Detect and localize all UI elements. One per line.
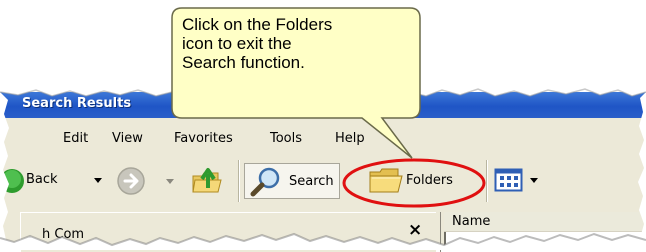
folders-highlight-ellipse xyxy=(342,158,486,208)
